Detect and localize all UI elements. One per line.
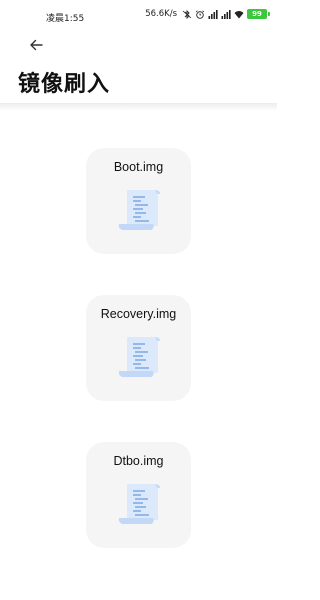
battery-icon: 99	[247, 9, 270, 19]
status-icons: 56.6K/s 99	[145, 9, 270, 19]
recovery-img-card[interactable]: Recovery.img	[86, 295, 191, 401]
alarm-icon	[195, 9, 205, 19]
card-label: Recovery.img	[100, 307, 177, 321]
scroll-document-icon	[113, 188, 165, 232]
signal-icon	[221, 9, 231, 19]
arrow-left-icon	[30, 39, 43, 51]
bluetooth-muted-icon	[182, 9, 192, 19]
dtbo-img-card[interactable]: Dtbo.img	[86, 442, 191, 548]
scroll-document-icon	[113, 335, 165, 379]
network-speed: 56.6K/s	[145, 9, 177, 19]
back-button[interactable]	[24, 34, 48, 56]
status-bar: 凌晨1:55 56.6K/s 99	[0, 0, 277, 30]
page-title: 镜像刷入	[18, 72, 111, 97]
status-time: 凌晨1:55	[46, 14, 85, 24]
signal-icon	[208, 9, 218, 19]
card-label: Dtbo.img	[113, 454, 164, 468]
wifi-icon	[234, 10, 244, 19]
scroll-document-icon	[113, 482, 165, 526]
boot-img-card[interactable]: Boot.img	[86, 148, 191, 254]
card-label: Boot.img	[113, 160, 164, 174]
header-divider	[0, 103, 277, 111]
